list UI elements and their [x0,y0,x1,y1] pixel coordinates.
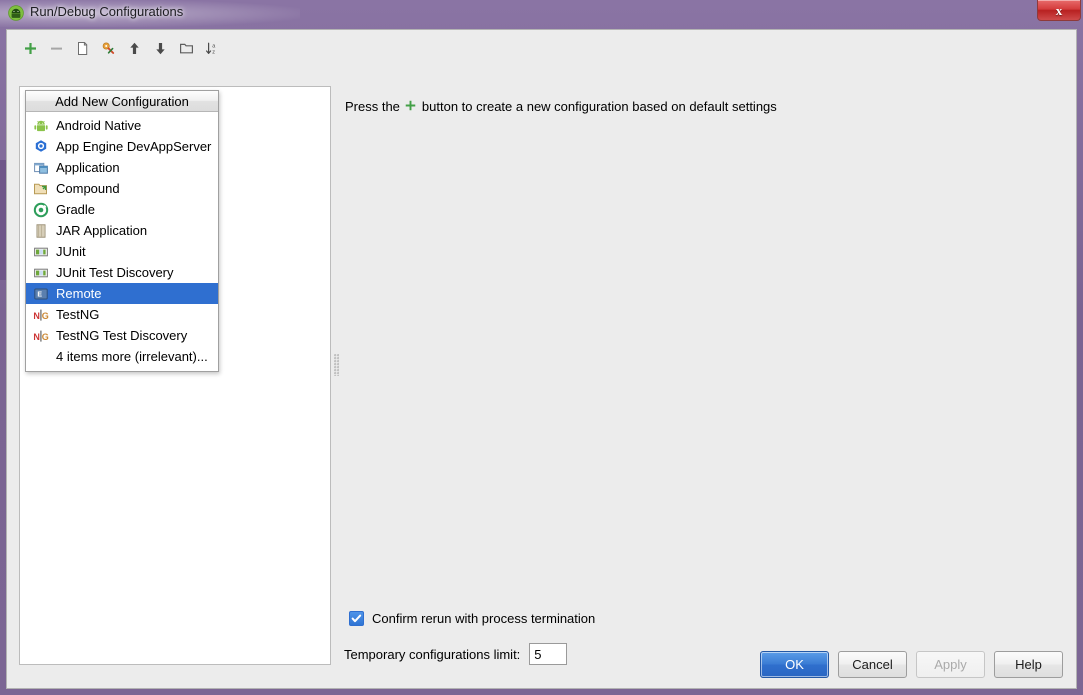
move-down-button[interactable] [149,40,172,62]
run-debug-configurations-window: Run/Debug Configurations x a z Add New C… [0,0,1083,695]
popup-item-jar-application[interactable]: JAR Application [26,220,218,241]
confirm-rerun-label: Confirm rerun with process termination [372,611,596,626]
popup-item-label: Android Native [56,118,142,133]
apply-button[interactable]: Apply [916,651,985,678]
popup-item-app-engine-devappserver[interactable]: App Engine DevAppServer [26,136,218,157]
add-configuration-button[interactable] [19,40,42,62]
empty-state-hint-suffix: button to create a new configuration bas… [421,98,777,114]
popup-item-label: Gradle [56,202,96,217]
popup-item-application[interactable]: Application [26,157,218,178]
svg-text:z: z [212,50,215,56]
help-button[interactable]: Help [994,651,1063,678]
cancel-button[interactable]: Cancel [838,651,907,678]
popup-item-junit[interactable]: JUnit [26,241,218,262]
close-icon: x [1055,2,1063,18]
testng-icon: N G [33,328,49,344]
popup-item-label: Compound [56,181,120,196]
svg-text:N: N [33,311,40,321]
popup-item-gradle[interactable]: Gradle [26,199,218,220]
splitter-grip [334,354,339,376]
dialog-button-bar: OK Cancel Apply Help [7,651,1078,678]
sort-az-icon: a z [205,41,220,61]
arrow-up-icon [127,41,142,61]
popup-item-label: App Engine DevAppServer [56,139,212,154]
folder-icon [179,41,194,61]
popup-item-list: Android Native App Engine DevAppServer A… [26,112,218,371]
app-engine-icon [33,139,49,155]
dialog-body: a z Add New Configuration Android Native… [6,29,1077,689]
application-icon [33,160,49,176]
junit-icon [33,244,49,260]
ok-button[interactable]: OK [760,651,829,678]
svg-text:G: G [42,332,49,342]
jar-icon [33,223,49,239]
panel-splitter[interactable] [332,86,341,665]
android-icon [33,118,49,134]
compound-folder-icon [33,181,49,197]
confirm-rerun-checkbox[interactable] [349,611,364,626]
popup-item-label: Application [56,160,120,175]
window-titlebar: Run/Debug Configurations x [0,0,1083,27]
popup-header: Add New Configuration [26,91,218,112]
popup-item-testng-test-discovery[interactable]: N G TestNG Test Discovery [26,325,218,346]
remove-configuration-button[interactable] [45,40,68,62]
popup-item-compound[interactable]: Compound [26,178,218,199]
gradle-icon [33,202,49,218]
popup-item-label: JAR Application [56,223,148,238]
plus-icon [404,99,417,115]
empty-state-hint-prefix: Press the [345,98,400,114]
empty-state-hint: Press the button to create a new configu… [345,98,777,114]
popup-item-android-native[interactable]: Android Native [26,115,218,136]
popup-item-label: TestNG Test Discovery [56,328,188,343]
svg-text:N: N [33,332,40,342]
testng-icon: N G [33,307,49,323]
configuration-details-pane: Press the button to create a new configu… [341,86,1067,665]
popup-item-remote[interactable]: E Remote [26,283,218,304]
popup-item-label: JUnit [56,244,86,259]
copy-configuration-button[interactable] [71,40,94,62]
sort-configurations-button[interactable]: a z [201,40,224,62]
popup-item-testng[interactable]: N G TestNG [26,304,218,325]
arrow-down-icon [153,41,168,61]
popup-item-label: Remote [56,286,102,301]
junit-icon [33,265,49,281]
create-folder-button[interactable] [175,40,198,62]
popup-item-junit-test-discovery[interactable]: JUnit Test Discovery [26,262,218,283]
save-configuration-icon [101,41,116,61]
minus-icon [49,41,64,61]
copy-icon [75,41,90,61]
remote-icon: E [33,286,49,302]
svg-text:G: G [42,311,49,321]
popup-item-label: TestNG [56,307,100,322]
android-studio-icon [8,5,24,21]
plus-icon [23,41,38,61]
confirm-rerun-checkbox-row[interactable]: Confirm rerun with process termination [349,611,595,626]
svg-text:E: E [37,291,42,298]
configurations-toolbar: a z [19,39,239,63]
checkmark-icon [351,614,362,623]
add-new-configuration-popup: Add New Configuration Android Native App… [25,90,219,372]
save-configuration-button[interactable] [97,40,120,62]
move-up-button[interactable] [123,40,146,62]
window-title: Run/Debug Configurations [30,4,184,19]
close-button[interactable]: x [1037,0,1081,21]
popup-item-more[interactable]: 4 items more (irrelevant)... [26,346,218,367]
popup-item-label: JUnit Test Discovery [56,265,174,280]
